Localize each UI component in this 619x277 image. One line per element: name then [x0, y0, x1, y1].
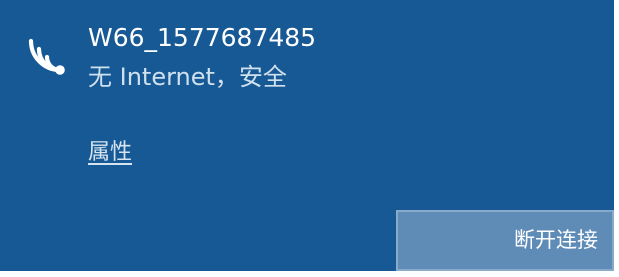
properties-link[interactable]: 属性	[88, 138, 132, 168]
network-ssid: W66_1577687485	[88, 23, 317, 52]
network-status: 无 Internet，安全	[88, 63, 287, 91]
disconnect-button[interactable]: 断开连接	[396, 210, 614, 271]
wifi-network-panel: W66_1577687485 无 Internet，安全 属性 断开连接	[0, 0, 619, 277]
wifi-signal-icon	[18, 26, 74, 82]
